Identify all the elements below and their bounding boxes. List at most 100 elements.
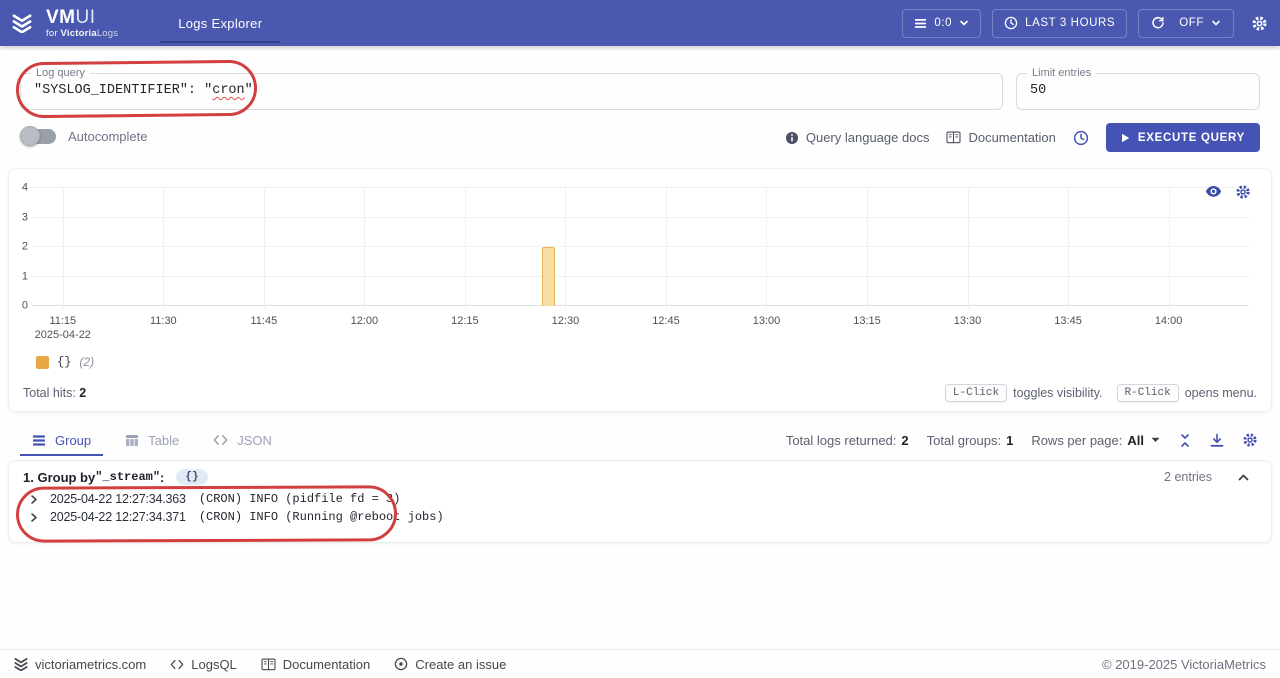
x-gridline xyxy=(867,188,868,310)
tab-group[interactable]: Group xyxy=(20,424,103,456)
log-row[interactable]: 2025-04-22 12:27:34.363 (CRON) INFO (pid… xyxy=(31,490,1271,508)
autocomplete-toggle[interactable]: Autocomplete xyxy=(22,129,148,144)
tenant-select-button[interactable]: 0:0 xyxy=(902,9,981,38)
code-icon xyxy=(170,659,184,670)
vmui-logo[interactable]: VMUI for VictoriaLogs xyxy=(46,8,118,39)
lclick-hint: L-Click toggles visibility. xyxy=(945,384,1103,402)
clock-icon xyxy=(1004,16,1018,30)
x-tick-label: 13:45 xyxy=(1054,315,1082,327)
query-text-prefix: "SYSLOG_IDENTIFIER": " xyxy=(34,83,212,98)
vmui-logo-icon[interactable] xyxy=(12,13,32,33)
victoriametrics-site-link[interactable]: victoriametrics.com xyxy=(14,657,146,672)
rclick-hint: R-Click opens menu. xyxy=(1117,384,1258,402)
legend-swatch xyxy=(36,356,49,369)
toggle-switch-off[interactable] xyxy=(22,129,56,144)
logsql-link[interactable]: LogsQL xyxy=(170,657,237,672)
total-logs-returned: Total logs returned: 2 xyxy=(786,433,909,448)
documentation-link[interactable]: Documentation xyxy=(946,130,1055,145)
lclick-text: toggles visibility. xyxy=(1013,386,1102,400)
query-language-docs-label: Query language docs xyxy=(806,130,930,145)
x-gridline xyxy=(264,188,265,310)
y-gridline xyxy=(32,187,1249,188)
tab-table[interactable]: Table xyxy=(113,424,191,456)
rows-per-page-value: All xyxy=(1127,433,1144,448)
entries-count: 2 entries xyxy=(1164,470,1212,484)
time-range-button[interactable]: LAST 3 HOURS xyxy=(992,9,1127,38)
tenant-value: 0:0 xyxy=(934,17,952,29)
create-issue-link[interactable]: Create an issue xyxy=(394,657,506,672)
autorefresh-control: OFF xyxy=(1138,9,1234,38)
x-gridline xyxy=(565,188,566,310)
group-title: 1. Group by "_stream": {} xyxy=(23,469,208,485)
chevron-right-icon[interactable] xyxy=(31,513,37,522)
x-tick-label: 12:45 xyxy=(652,315,680,327)
target-icon xyxy=(394,657,408,671)
group-list-icon xyxy=(32,434,46,447)
query-text-suffix: " xyxy=(245,83,253,98)
footer-documentation-link[interactable]: Documentation xyxy=(261,657,370,672)
log-rows: 2025-04-22 12:27:34.363 (CRON) INFO (pid… xyxy=(9,487,1271,526)
tab-table-label: Table xyxy=(148,433,179,448)
legend-item[interactable]: {} (2) xyxy=(36,355,94,369)
log-row[interactable]: 2025-04-22 12:27:34.371 (CRON) INFO (Run… xyxy=(31,508,1271,526)
chevron-right-icon[interactable] xyxy=(31,495,37,504)
query-actions-row: Query language docs Documentation EXECUT… xyxy=(785,123,1260,152)
query-text-misspelled: cron xyxy=(212,83,244,98)
x-tick-label: 14:00 xyxy=(1155,315,1183,327)
collapse-all-icon[interactable] xyxy=(1178,433,1192,448)
refresh-icon[interactable] xyxy=(1151,16,1165,30)
autorefresh-select[interactable]: OFF xyxy=(1179,17,1221,29)
query-history-clock-icon[interactable] xyxy=(1073,130,1089,146)
log-query-label: Log query xyxy=(31,67,90,79)
y-gridline xyxy=(32,246,1249,247)
total-hits-value: 2 xyxy=(79,386,86,400)
stream-value-chip[interactable]: {} xyxy=(176,469,207,485)
log-timestamp: 2025-04-22 12:27:34.363 xyxy=(50,492,186,506)
log-query-input[interactable]: Log query "SYSLOG_IDENTIFIER": "cron" xyxy=(20,73,1003,110)
chevron-down-icon xyxy=(959,18,969,28)
plot-area[interactable]: 0123411:152025-04-2211:3011:4512:0012:15… xyxy=(36,188,1249,306)
x-gridline xyxy=(465,188,466,310)
x-tick-label: 13:30 xyxy=(954,315,982,327)
chevron-down-icon xyxy=(1211,18,1221,28)
x-gridline xyxy=(968,188,969,310)
navbar: VMUI for VictoriaLogs Logs Explorer 0:0 … xyxy=(0,0,1280,46)
total-groups: Total groups: 1 xyxy=(927,433,1014,448)
logo-title-light: UI xyxy=(76,7,96,28)
log-message: (CRON) INFO (pidfile fd = 3) xyxy=(199,492,401,506)
limit-entries-label: Limit entries xyxy=(1027,67,1096,79)
limit-entries-value: 50 xyxy=(1030,83,1046,98)
legend-label: {} xyxy=(57,355,71,369)
y-gridline xyxy=(32,276,1249,277)
chart-visibility-eye-icon[interactable] xyxy=(1205,184,1222,200)
rows-per-page-select[interactable]: Rows per page: All xyxy=(1031,433,1160,448)
list-icon xyxy=(914,17,927,30)
create-issue-label: Create an issue xyxy=(415,657,506,672)
logs-explorer-page: VMUI for VictoriaLogs Logs Explorer 0:0 … xyxy=(0,0,1280,678)
footer-documentation-label: Documentation xyxy=(283,657,370,672)
total-hits-label: Total hits: xyxy=(23,386,76,400)
download-icon[interactable] xyxy=(1210,433,1224,448)
total-groups-value: 1 xyxy=(1006,433,1013,448)
chevron-up-icon[interactable] xyxy=(1238,474,1249,481)
query-language-docs-link[interactable]: Query language docs xyxy=(785,130,930,145)
x-tick-label: 12:15 xyxy=(451,315,479,327)
group-stream-field: "_stream" xyxy=(95,470,160,484)
logo-title-bold: VM xyxy=(46,7,76,28)
execute-query-button[interactable]: EXECUTE QUERY xyxy=(1106,123,1260,152)
y-tick-label: 2 xyxy=(9,242,28,253)
tab-group-label: Group xyxy=(55,433,91,448)
x-gridline xyxy=(63,188,64,310)
tab-json[interactable]: JSON xyxy=(201,424,284,456)
y-gridline xyxy=(32,217,1249,218)
x-gridline xyxy=(1068,188,1069,310)
settings-gear-icon[interactable] xyxy=(1251,15,1268,32)
x-gridline xyxy=(666,188,667,310)
chart-settings-gear-icon[interactable] xyxy=(1235,184,1251,200)
play-icon xyxy=(1121,133,1130,143)
victoriametrics-logo-icon xyxy=(14,657,28,671)
tab-logs-explorer[interactable]: Logs Explorer xyxy=(160,0,280,46)
limit-entries-input[interactable]: Limit entries 50 xyxy=(1016,73,1260,110)
table-settings-gear-icon[interactable] xyxy=(1242,432,1258,448)
hits-bar[interactable] xyxy=(542,247,555,306)
